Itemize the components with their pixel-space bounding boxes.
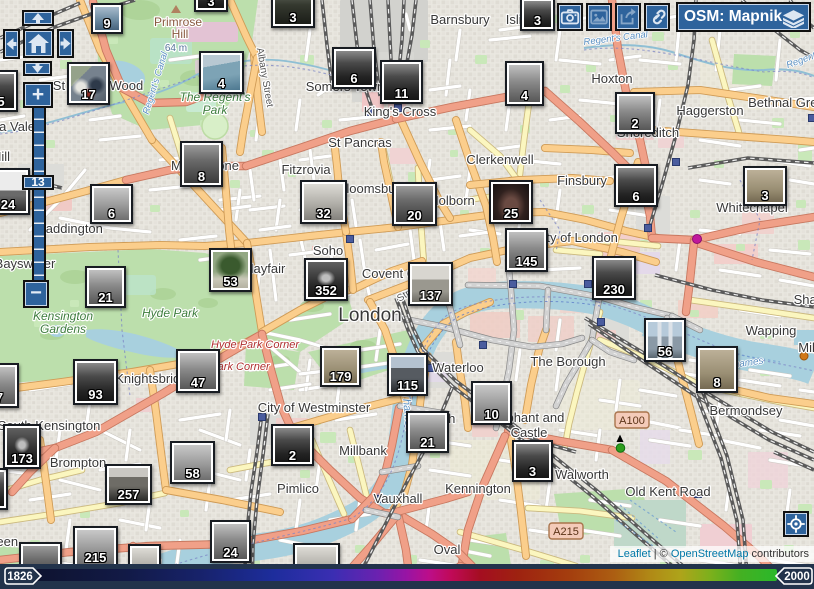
svg-text:Clerkenwell: Clerkenwell xyxy=(466,152,533,167)
svg-text:King's Cross: King's Cross xyxy=(364,104,437,119)
svg-text:Waterloo: Waterloo xyxy=(432,360,484,375)
svg-text:Castle: Castle xyxy=(511,425,548,440)
svg-text:The Borough: The Borough xyxy=(530,354,605,369)
svg-text:Old Kent Road: Old Kent Road xyxy=(625,484,710,499)
svg-text:Hyde Park Corner: Hyde Park Corner xyxy=(211,339,300,351)
svg-text:64 m: 64 m xyxy=(165,43,187,54)
svg-text:Brompton: Brompton xyxy=(50,455,106,470)
svg-text:Bermondsey: Bermondsey xyxy=(710,403,783,418)
svg-text:Kennington: Kennington xyxy=(445,481,511,496)
svg-text:City of Westminster: City of Westminster xyxy=(258,400,371,415)
svg-text:Oval: Oval xyxy=(434,542,461,557)
svg-text:London: London xyxy=(338,305,401,326)
svg-text:Millbank: Millbank xyxy=(339,443,387,458)
svg-text:Walworth: Walworth xyxy=(555,467,609,482)
svg-text:Wapping: Wapping xyxy=(746,323,797,338)
svg-text:Vauxhall: Vauxhall xyxy=(374,491,423,506)
svg-text:Bethnal Green: Bethnal Green xyxy=(748,95,814,110)
svg-text:Fitzrovia: Fitzrovia xyxy=(281,162,331,177)
svg-text:Kensington: Kensington xyxy=(33,309,93,323)
svg-text:Finsbury: Finsbury xyxy=(557,173,607,188)
svg-text:Barnsbury: Barnsbury xyxy=(430,12,490,27)
svg-text:Gardens: Gardens xyxy=(40,322,86,336)
svg-text:Maida Vale: Maida Vale xyxy=(0,119,35,134)
svg-text:1826: 1826 xyxy=(7,571,33,583)
svg-text:Mill: Mill xyxy=(798,340,814,355)
svg-text:Bayswater: Bayswater xyxy=(0,256,56,271)
svg-text:Pimlico: Pimlico xyxy=(277,481,319,496)
svg-text:Park: Park xyxy=(203,103,229,117)
svg-text:A215: A215 xyxy=(553,526,579,538)
svg-text:St Pancras: St Pancras xyxy=(328,135,392,150)
svg-text:Hoxton: Hoxton xyxy=(591,71,632,86)
svg-text:Haggerston: Haggerston xyxy=(676,103,743,118)
svg-text:Shadwell: Shadwell xyxy=(794,292,814,307)
svg-text:Hyde Park: Hyde Park xyxy=(142,306,199,320)
svg-text:A100: A100 xyxy=(619,415,645,427)
svg-text:Hill: Hill xyxy=(172,27,189,41)
svg-text:2000: 2000 xyxy=(784,571,810,583)
svg-text:Hill: Hill xyxy=(0,149,10,164)
svg-text:Soho: Soho xyxy=(313,243,343,258)
svg-text:Green: Green xyxy=(0,534,18,549)
